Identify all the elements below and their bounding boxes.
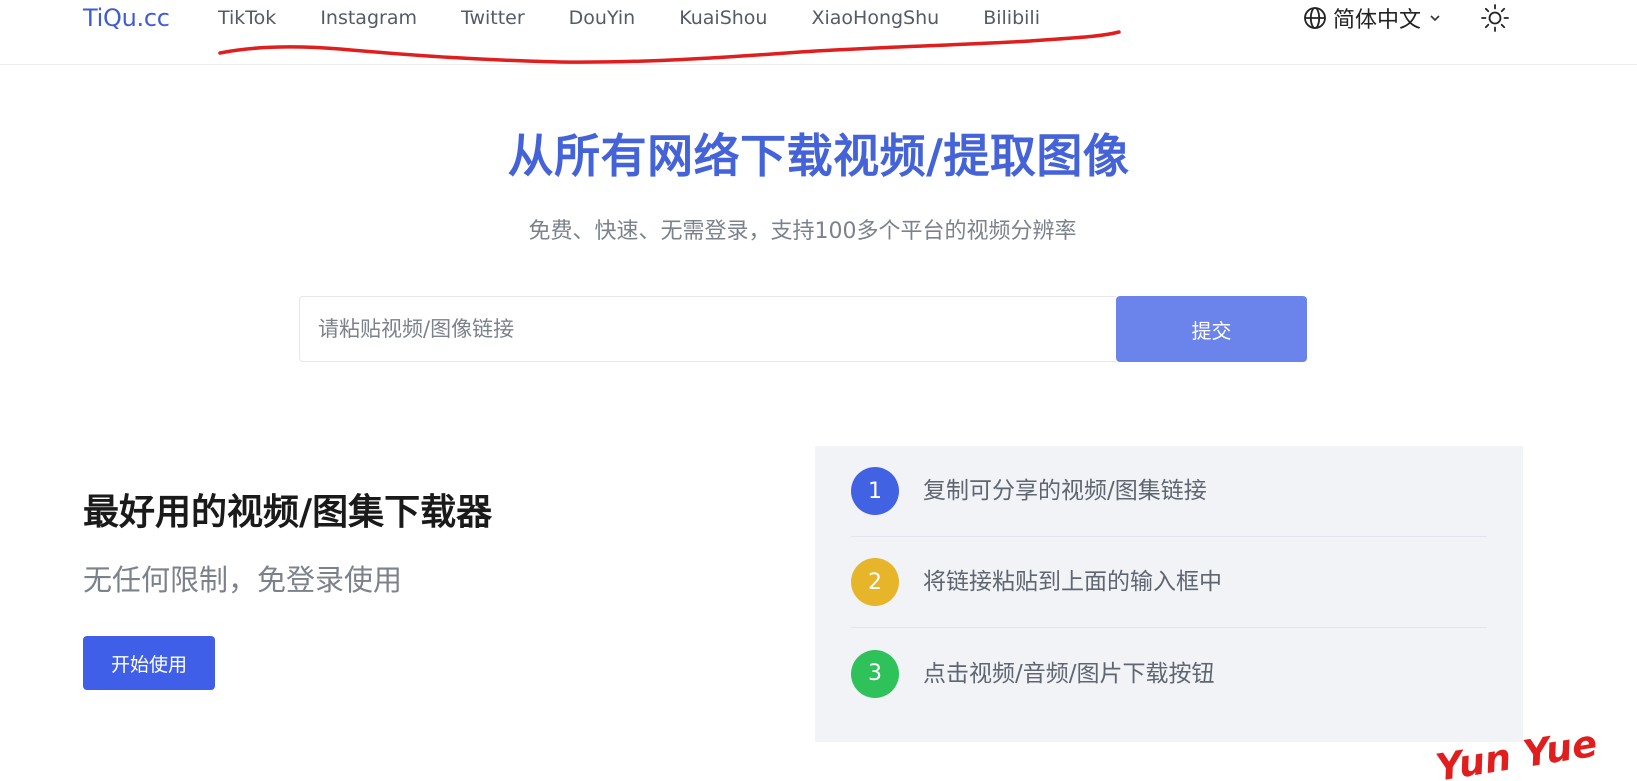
step-text: 复制可分享的视频/图集链接	[923, 478, 1207, 504]
steps-card: 1 复制可分享的视频/图集链接 2 将链接粘贴到上面的输入框中 3 点击视频/音…	[815, 446, 1523, 742]
nav-item-kuaishou[interactable]: KuaiShou	[679, 6, 767, 30]
step-number-badge: 3	[851, 649, 899, 698]
start-button[interactable]: 开始使用	[83, 636, 215, 690]
step-number-badge: 2	[851, 558, 899, 606]
chevron-down-icon	[1430, 15, 1440, 22]
sun-icon[interactable]	[1480, 3, 1510, 33]
submit-button[interactable]: 提交	[1116, 296, 1307, 362]
hero-subtitle: 免费、快速、无需登录，支持100多个平台的视频分辨率	[528, 219, 1077, 244]
link-search-bar: 提交	[299, 296, 1307, 362]
nav-item-douyin[interactable]: DouYin	[569, 6, 636, 30]
step-item: 1 复制可分享的视频/图集链接	[851, 446, 1487, 537]
site-logo[interactable]: TiQu.cc	[83, 2, 170, 34]
nav-item-xiaohongshu[interactable]: XiaoHongShu	[811, 6, 939, 30]
top-navbar: TiQu.cc TikTok Instagram Twitter DouYin …	[0, 0, 1637, 65]
language-selector[interactable]: 简体中文	[1303, 2, 1441, 34]
nav-item-bilibili[interactable]: Bilibili	[983, 6, 1040, 30]
nav-item-tiktok[interactable]: TikTok	[218, 6, 276, 30]
step-item: 3 点击视频/音频/图片下载按钮	[851, 628, 1487, 719]
feature-title: 最好用的视频/图集下载器	[83, 492, 493, 533]
nav-item-twitter[interactable]: Twitter	[461, 6, 525, 30]
step-text: 将链接粘贴到上面的输入框中	[923, 569, 1222, 595]
language-label: 简体中文	[1333, 8, 1422, 33]
step-text: 点击视频/音频/图片下载按钮	[923, 660, 1215, 687]
feature-subtitle: 无任何限制，免登录使用	[83, 563, 403, 597]
step-item: 2 将链接粘贴到上面的输入框中	[851, 537, 1487, 628]
platform-nav: TikTok Instagram Twitter DouYin KuaiShou…	[218, 6, 1040, 30]
link-input[interactable]	[299, 296, 1116, 362]
nav-item-instagram[interactable]: Instagram	[320, 6, 417, 30]
hero-title: 从所有网络下载视频/提取图像	[507, 129, 1130, 183]
step-number-badge: 1	[851, 467, 899, 515]
globe-icon	[1304, 7, 1326, 29]
